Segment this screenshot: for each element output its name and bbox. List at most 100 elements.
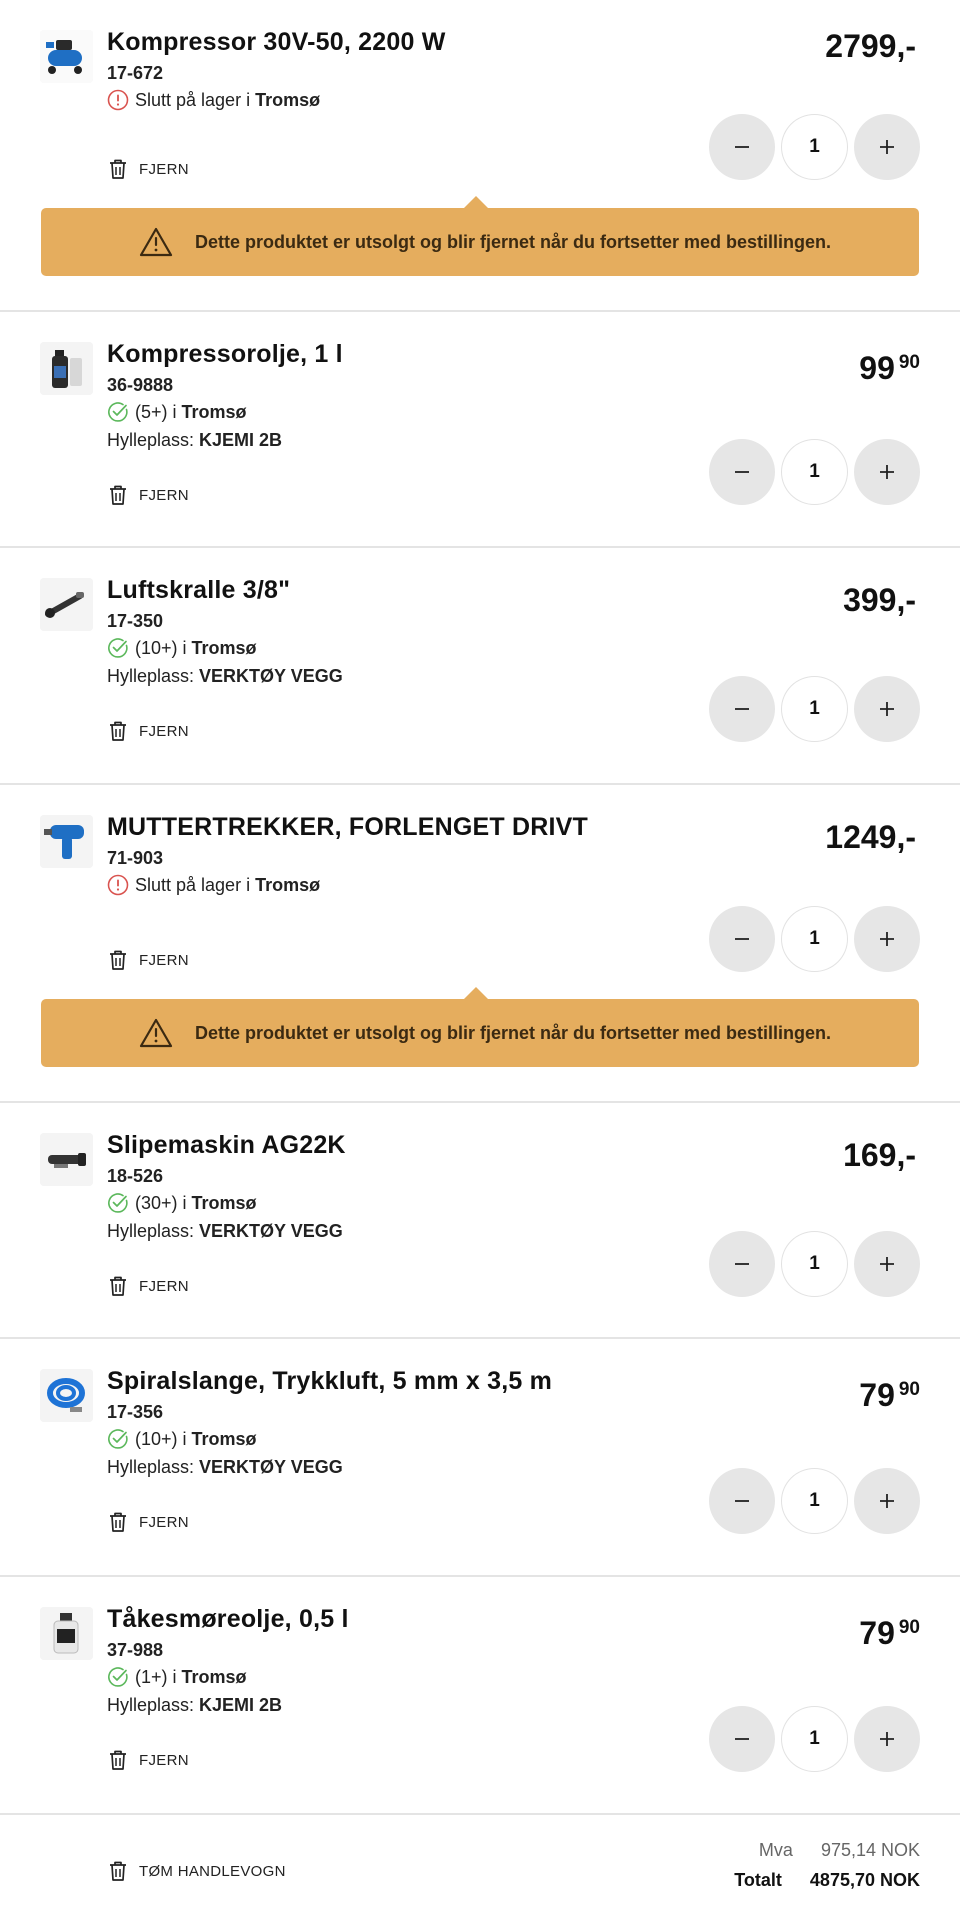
quantity-value[interactable]: 1 [781, 1231, 848, 1297]
decrease-quantity-button[interactable] [709, 676, 775, 742]
product-sku: 17-356 [107, 1402, 164, 1422]
shelf-location: Hylleplass: KJEMI 2B [107, 430, 282, 451]
product-name[interactable]: Slipemaskin AG22K [107, 1131, 346, 1160]
increase-quantity-button[interactable] [854, 114, 920, 180]
product-name[interactable]: Kompressor 30V-50, 2200 W [107, 28, 446, 57]
quantity-stepper: 1 [709, 1468, 920, 1534]
check-circle-icon [107, 401, 129, 423]
shelf-value: KJEMI 2B [199, 1695, 283, 1715]
remove-label: FJERN [139, 486, 189, 504]
plus-icon [878, 1255, 896, 1273]
product-image-mist-oil[interactable] [40, 1607, 93, 1660]
shelf-value: KJEMI 2B [199, 430, 283, 450]
product-sku: 17-350 [107, 611, 164, 631]
stock-location: Tromsø [191, 1192, 257, 1213]
decrease-quantity-button[interactable] [709, 906, 775, 972]
decrease-quantity-button[interactable] [709, 439, 775, 505]
increase-quantity-button[interactable] [854, 1706, 920, 1772]
product-price: 79 90 [859, 1615, 920, 1652]
increase-quantity-button[interactable] [854, 1231, 920, 1297]
plus-icon [878, 138, 896, 156]
stock-location: Tromsø [191, 1428, 257, 1449]
shelf-location: Hylleplass: VERKTØY VEGG [107, 1457, 343, 1478]
quantity-value[interactable]: 1 [781, 1706, 848, 1772]
product-sku: 18-526 [107, 1166, 164, 1186]
product-name[interactable]: Luftskralle 3/8" [107, 576, 290, 605]
price-main: 1249,- [825, 819, 916, 855]
product-image-compressor-oil[interactable] [40, 342, 93, 395]
check-circle-icon [107, 1192, 129, 1214]
trash-icon [107, 1859, 129, 1883]
remove-button[interactable]: FJERN [107, 1510, 189, 1534]
shelf-location: Hylleplass: VERKTØY VEGG [107, 666, 343, 687]
stock-location: Tromsø [255, 874, 321, 895]
remove-button[interactable]: FJERN [107, 719, 189, 743]
remove-button[interactable]: FJERN [107, 948, 189, 972]
quantity-value[interactable]: 1 [781, 906, 848, 972]
minus-icon [733, 1492, 751, 1510]
product-sku: 17-672 [107, 63, 164, 83]
product-image-compressor[interactable] [40, 30, 93, 83]
decrease-quantity-button[interactable] [709, 1706, 775, 1772]
product-price: 399,- [843, 582, 920, 619]
quantity-stepper: 1 [709, 676, 920, 742]
cart-item: MUTTERTREKKER, FORLENGET DRIVT 71-903 Sl… [0, 785, 960, 1103]
quantity-value[interactable]: 1 [781, 1468, 848, 1534]
product-image-air-hose[interactable] [40, 1369, 93, 1422]
stock-status: (30+) i Tromsø [107, 1192, 257, 1214]
quantity-value[interactable]: 1 [781, 676, 848, 742]
empty-cart-button[interactable]: TØM HANDLEVOGN [107, 1859, 286, 1883]
exclamation-circle-icon [107, 874, 129, 896]
increase-quantity-button[interactable] [854, 676, 920, 742]
stock-text: (5+) i [135, 401, 177, 422]
product-name[interactable]: Kompressorolje, 1 l [107, 340, 343, 369]
shelf-label: Hylleplass: [107, 430, 195, 450]
product-price: 79 90 [859, 1377, 920, 1414]
product-image-air-ratchet[interactable] [40, 578, 93, 631]
check-circle-icon [107, 1428, 129, 1450]
shelf-label: Hylleplass: [107, 1221, 195, 1241]
shelf-label: Hylleplass: [107, 1457, 195, 1477]
increase-quantity-button[interactable] [854, 439, 920, 505]
decrease-quantity-button[interactable] [709, 1468, 775, 1534]
remove-label: FJERN [139, 951, 189, 969]
stock-status: Slutt på lager i Tromsø [107, 874, 320, 896]
remove-label: FJERN [139, 1277, 189, 1295]
vat-value: 975,14 NOK [820, 1839, 920, 1860]
minus-icon [733, 930, 751, 948]
decrease-quantity-button[interactable] [709, 1231, 775, 1297]
warning-text: Dette produktet er utsolgt og blir fjern… [195, 1022, 832, 1043]
product-name[interactable]: Tåkesmøreolje, 0,5 l [107, 1605, 349, 1634]
quantity-value[interactable]: 1 [781, 439, 848, 505]
cart-item: Spiralslange, Trykkluft, 5 mm x 3,5 m 17… [0, 1339, 960, 1577]
increase-quantity-button[interactable] [854, 1468, 920, 1534]
shelf-value: VERKTØY VEGG [199, 666, 343, 686]
remove-button[interactable]: FJERN [107, 1748, 189, 1772]
out-of-stock-warning: Dette produktet er utsolgt og blir fjern… [41, 196, 919, 276]
quantity-value[interactable]: 1 [781, 114, 848, 180]
product-price: 1249,- [825, 819, 920, 856]
remove-button[interactable]: FJERN [107, 483, 189, 507]
minus-icon [733, 700, 751, 718]
trash-icon [107, 483, 129, 507]
empty-cart-label: TØM HANDLEVOGN [139, 1862, 286, 1880]
remove-label: FJERN [139, 722, 189, 740]
increase-quantity-button[interactable] [854, 906, 920, 972]
decrease-quantity-button[interactable] [709, 114, 775, 180]
stock-text: (10+) i [135, 637, 187, 658]
product-name[interactable]: MUTTERTREKKER, FORLENGET DRIVT [107, 813, 588, 842]
product-price: 2799,- [825, 28, 920, 65]
total-label: Totalt [734, 1869, 782, 1890]
price-cents: 90 [898, 1379, 920, 1400]
remove-button[interactable]: FJERN [107, 1274, 189, 1298]
shelf-label: Hylleplass: [107, 1695, 195, 1715]
exclamation-circle-icon [107, 89, 129, 111]
stock-text: (10+) i [135, 1428, 187, 1449]
shelf-value: VERKTØY VEGG [199, 1221, 343, 1241]
price-main: 2799,- [825, 28, 916, 64]
product-image-angle-grinder[interactable] [40, 1133, 93, 1186]
product-image-impact-wrench[interactable] [40, 815, 93, 868]
remove-button[interactable]: FJERN [107, 157, 189, 181]
trash-icon [107, 948, 129, 972]
product-name[interactable]: Spiralslange, Trykkluft, 5 mm x 3,5 m [107, 1367, 552, 1396]
